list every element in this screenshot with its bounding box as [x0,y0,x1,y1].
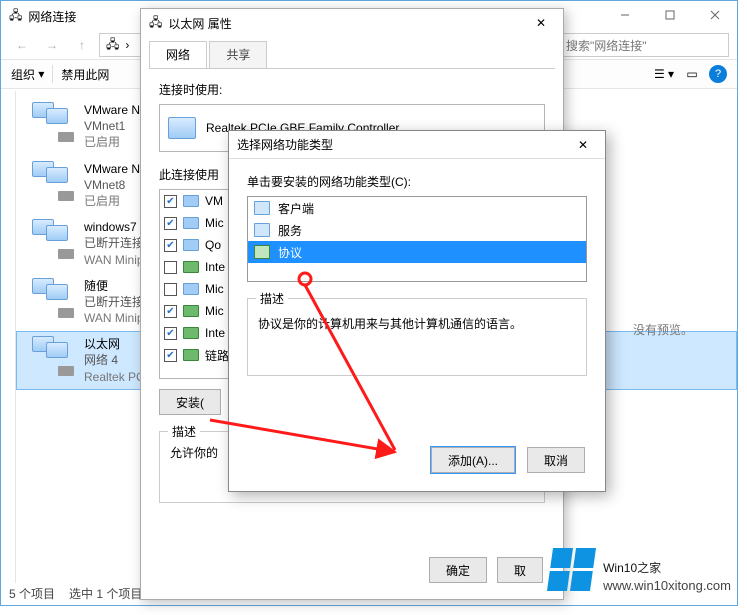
windows-logo-icon [547,548,596,591]
dialog-titlebar: 选择网络功能类型 ✕ [229,131,605,159]
toolbar-organize[interactable]: 组织 [11,66,35,83]
nav-fwd-button[interactable]: → [39,33,65,57]
conn-state: Realtek PCI [84,369,148,385]
component-icon [183,349,199,361]
conn-sub: VMnet8 [84,177,147,193]
maximize-button[interactable] [647,1,692,29]
status-item-count: 5 个项目 [9,585,55,602]
network-adapter-icon [32,219,74,259]
conn-sub: VMnet1 [84,118,147,134]
tabbar: 网络 共享 [141,37,563,69]
network-adapter-icon [32,161,74,201]
adapter-icon [168,117,196,139]
cancel-button[interactable]: 取 [497,557,543,583]
conn-name: 以太网 [84,336,148,352]
search-placeholder: 搜索"网络连接" [566,37,647,54]
preview-pane-text: 没有预览。 [603,321,723,338]
service-icon [254,223,270,237]
conn-name: 随便 [84,278,144,294]
status-selected-count: 选中 1 个项目 [69,585,142,602]
nic-icon: 🖧 [106,35,119,56]
conn-state: 已启用 [84,193,147,209]
component-icon [183,261,199,273]
type-list-label: 单击要安装的网络功能类型(C): [247,173,587,190]
checkbox-icon[interactable] [164,261,177,274]
cancel-button[interactable]: 取消 [527,447,585,473]
close-button[interactable] [692,1,737,29]
checkbox-icon[interactable] [164,305,177,318]
group-title: 描述 [256,290,288,307]
description-group: 描述 协议是你的计算机用来与其他计算机通信的语言。 [247,298,587,376]
minimize-button[interactable] [602,1,647,29]
view-icon[interactable]: ☰ ▾ [653,63,675,85]
checkbox-icon[interactable] [164,349,177,362]
client-icon [254,201,270,215]
feature-type-item[interactable]: 服务 [248,219,586,241]
feature-type-item[interactable]: 协议 [248,241,586,263]
dialog-title: 以太网 属性 [168,15,231,32]
explorer-title: 网络连接 [28,8,76,25]
protocol-icon [254,245,270,259]
close-button[interactable]: ✕ [567,135,599,155]
component-icon [183,239,199,251]
help-icon[interactable]: ? [709,65,727,83]
checkbox-icon[interactable] [164,327,177,340]
nav-up-button[interactable]: ↑ [69,33,95,57]
component-icon [183,305,199,317]
nav-pane [1,91,16,583]
conn-state: WAN Minip [84,252,144,268]
dialog-title: 选择网络功能类型 [237,136,333,153]
conn-sub: 已断开连接 [84,294,144,310]
conn-state: WAN Minip [84,310,144,326]
explorer-statusbar: 5 个项目 选中 1 个项目 [9,585,142,602]
folder-icon: 🖧 [9,6,22,27]
tab-network[interactable]: 网络 [149,41,207,68]
feature-type-list[interactable]: 客户端 服务 协议 [247,196,587,282]
group-title: 描述 [168,423,200,440]
dialog-titlebar: 🖧 以太网 属性 ✕ [141,9,563,37]
ok-button[interactable]: 确定 [429,557,487,583]
add-button[interactable]: 添加(A)... [431,447,515,473]
feature-type-item[interactable]: 客户端 [248,197,586,219]
conn-sub: 已断开连接 [84,235,144,251]
conn-state: 已启用 [84,134,147,150]
checkbox-icon[interactable] [164,195,177,208]
component-icon [183,217,199,229]
connect-using-label: 连接时使用: [159,81,545,98]
component-icon [183,327,199,339]
watermark-url: www.win10xitong.com [603,578,731,593]
conn-sub: 网络 4 [84,352,148,368]
conn-name: windows7 [84,219,144,235]
search-input[interactable]: 搜索"网络连接" [559,33,729,57]
component-icon [183,283,199,295]
nic-icon: 🖧 [149,13,162,34]
conn-name: VMware Ne [84,161,147,177]
network-adapter-icon [32,278,74,318]
toolbar-disable[interactable]: 禁用此网 [61,66,109,83]
component-icon [183,195,199,207]
checkbox-icon[interactable] [164,239,177,252]
description-text: 协议是你的计算机用来与其他计算机通信的语言。 [258,317,522,331]
description-text: 允许你的 [170,446,218,460]
install-button[interactable]: 安装( [159,389,221,415]
network-feature-type-dialog: 选择网络功能类型 ✕ 单击要安装的网络功能类型(C): 客户端 服务 协议 描述… [228,130,606,492]
checkbox-icon[interactable] [164,283,177,296]
close-button[interactable]: ✕ [525,13,557,33]
network-adapter-icon [32,336,74,376]
nav-back-button[interactable]: ← [9,33,35,57]
conn-name: VMware Ne [84,102,147,118]
preview-pane-icon[interactable]: ▭ [681,63,703,85]
tab-sharing[interactable]: 共享 [209,41,267,69]
checkbox-icon[interactable] [164,217,177,230]
breadcrumb-sep: › [125,38,129,52]
network-adapter-icon [32,102,74,142]
watermark: Win10之家 www.win10xitong.com [550,546,731,593]
toolbar-sep [52,65,53,83]
